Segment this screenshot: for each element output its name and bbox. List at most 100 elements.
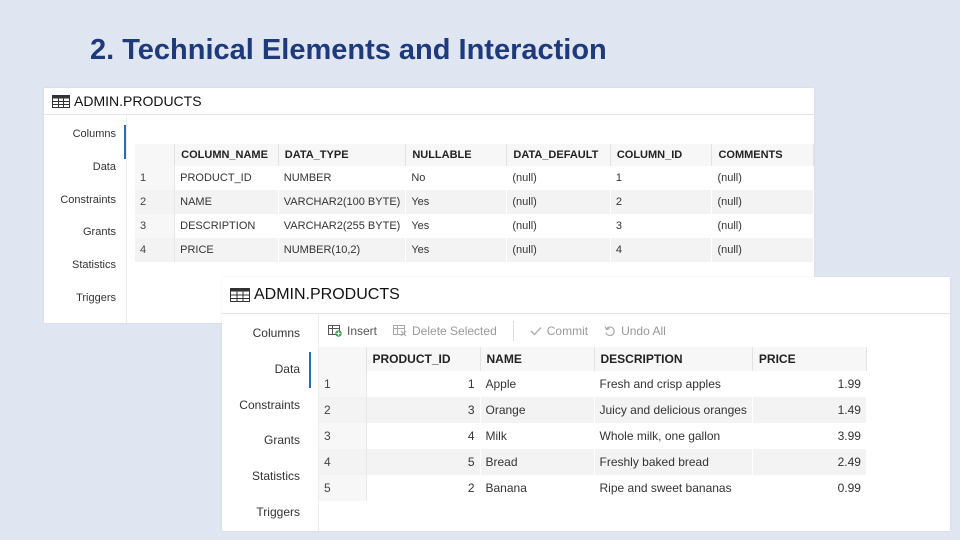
insert-button[interactable]: Insert xyxy=(328,324,377,338)
table-cell[interactable]: DESCRIPTION xyxy=(175,214,279,238)
column-header[interactable]: COLUMN_NAME xyxy=(174,144,279,166)
check-icon xyxy=(530,327,542,336)
table-cell[interactable]: No xyxy=(406,166,507,190)
table-cell[interactable]: 2 xyxy=(366,475,480,501)
row-number: 2 xyxy=(135,190,176,214)
row-number: 4 xyxy=(135,238,176,262)
tab-statistics[interactable]: Statistics xyxy=(252,469,300,483)
table-cell[interactable]: (null) xyxy=(506,190,611,214)
delete-selected-label: Delete Selected xyxy=(412,324,497,338)
table-row[interactable]: 4 5 Bread Freshly baked bread 2.49 xyxy=(319,449,867,475)
panel-header: ADMIN.PRODUCTS xyxy=(44,88,814,115)
table-cell[interactable]: 2 xyxy=(610,190,712,214)
columns-grid: COLUMN_NAME DATA_TYPE NULLABLE DATA_DEFA… xyxy=(135,144,814,262)
table-cell[interactable]: Yes xyxy=(406,214,507,238)
table-row[interactable]: 3 DESCRIPTION VARCHAR2(255 BYTE) Yes (nu… xyxy=(135,214,814,238)
tab-constraints[interactable]: Constraints xyxy=(239,398,300,412)
row-number-header xyxy=(135,144,176,166)
tab-grants[interactable]: Grants xyxy=(264,433,300,447)
table-cell[interactable]: Freshly baked bread xyxy=(594,449,753,475)
column-header[interactable]: COLUMN_ID xyxy=(610,144,713,166)
table-cell[interactable]: 3 xyxy=(610,214,712,238)
undo-all-label: Undo All xyxy=(621,324,666,338)
table-cell[interactable]: NUMBER xyxy=(278,166,406,190)
row-number: 2 xyxy=(319,397,367,423)
table-cell[interactable]: NUMBER(10,2) xyxy=(278,238,406,262)
table-cell[interactable]: Whole milk, one gallon xyxy=(594,423,752,449)
column-header[interactable]: PRICE xyxy=(752,347,867,371)
table-cell[interactable]: 1 xyxy=(366,371,480,397)
table-cell[interactable]: Ripe and sweet bananas xyxy=(594,475,752,501)
tab-columns[interactable]: Columns xyxy=(253,326,300,340)
table-cell[interactable]: Yes xyxy=(405,238,507,262)
column-header[interactable]: COMMENTS xyxy=(711,144,814,166)
delete-selected-button[interactable]: Delete Selected xyxy=(393,324,497,338)
table-row[interactable]: 5 2 Banana Ripe and sweet bananas 0.99 xyxy=(319,475,866,501)
table-cell[interactable]: (null) xyxy=(507,214,610,238)
table-cell[interactable]: (null) xyxy=(506,238,611,262)
table-cell[interactable]: VARCHAR2(255 BYTE) xyxy=(278,214,406,238)
tab-data[interactable]: Data xyxy=(275,352,312,388)
table-row[interactable]: 1 PRODUCT_ID NUMBER No (null) 1 (null) xyxy=(135,166,814,190)
row-number: 3 xyxy=(319,423,367,449)
table-cell[interactable]: (null) xyxy=(712,214,814,238)
row-number-header xyxy=(319,347,367,371)
table-cell[interactable]: VARCHAR2(100 BYTE) xyxy=(278,190,406,214)
table-cell[interactable]: 4 xyxy=(610,238,712,262)
table-cell[interactable]: 1 xyxy=(610,166,712,190)
table-cell[interactable]: 4 xyxy=(366,423,480,449)
table-row[interactable]: 1 1 Apple Fresh and crisp apples 1.99 xyxy=(319,371,866,397)
table-cell[interactable]: 3 xyxy=(366,397,480,423)
tab-statistics[interactable]: Statistics xyxy=(72,259,116,271)
undo-all-button[interactable]: Undo All xyxy=(604,324,666,338)
object-sidebar: Columns Data Constraints Grants Statisti… xyxy=(44,114,127,323)
table-cell[interactable]: NAME xyxy=(174,190,279,214)
table-cell[interactable]: 0.99 xyxy=(752,475,866,501)
table-row[interactable]: 3 4 Milk Whole milk, one gallon 3.99 xyxy=(319,423,866,449)
data-toolbar: Insert Delete Selected Commit Undo All xyxy=(328,321,682,341)
table-cell[interactable]: PRICE xyxy=(174,238,279,262)
table-cell[interactable]: (null) xyxy=(712,166,814,190)
table-cell[interactable]: Fresh and crisp apples xyxy=(594,371,752,397)
table-cell[interactable]: Apple xyxy=(480,371,594,397)
table-cell[interactable]: Banana xyxy=(480,475,594,501)
header-row: COLUMN_NAME DATA_TYPE NULLABLE DATA_DEFA… xyxy=(135,144,814,166)
table-cell[interactable]: 5 xyxy=(366,449,480,475)
table-cell[interactable]: (null) xyxy=(711,190,814,214)
table-cell[interactable]: (null) xyxy=(711,238,814,262)
table-cell[interactable]: (null) xyxy=(507,166,610,190)
tab-columns[interactable]: Columns xyxy=(73,125,127,159)
tab-constraints[interactable]: Constraints xyxy=(60,194,116,206)
column-header[interactable]: NULLABLE xyxy=(405,144,508,166)
table-row[interactable]: 4 PRICE NUMBER(10,2) Yes (null) 4 (null) xyxy=(135,238,814,262)
table-cell[interactable]: Orange xyxy=(480,397,594,423)
table-cell[interactable]: Yes xyxy=(405,190,507,214)
undo-icon xyxy=(604,326,615,337)
header-row: PRODUCT_ID NAME DESCRIPTION PRICE xyxy=(319,347,867,371)
tab-data[interactable]: Data xyxy=(93,161,116,173)
panel-header: ADMIN.PRODUCTS xyxy=(222,277,950,314)
column-header[interactable]: DESCRIPTION xyxy=(594,347,753,371)
table-cell[interactable]: Milk xyxy=(480,423,594,449)
table-cell[interactable]: 3.99 xyxy=(752,423,866,449)
table-cell[interactable]: 1.49 xyxy=(752,397,867,423)
table-cell[interactable]: PRODUCT_ID xyxy=(175,166,279,190)
table-cell[interactable]: 1.99 xyxy=(752,371,866,397)
panel-title: ADMIN.PRODUCTS xyxy=(254,286,400,303)
tab-triggers[interactable]: Triggers xyxy=(256,505,300,519)
column-header[interactable]: PRODUCT_ID xyxy=(366,347,481,371)
table-cell[interactable]: 2.49 xyxy=(752,449,867,475)
tab-grants[interactable]: Grants xyxy=(83,226,116,238)
panel-title: ADMIN.PRODUCTS xyxy=(74,93,202,109)
column-header[interactable]: DATA_TYPE xyxy=(278,144,407,166)
row-number: 5 xyxy=(319,475,367,501)
column-header[interactable]: DATA_DEFAULT xyxy=(506,144,611,166)
table-cell[interactable]: Bread xyxy=(480,449,594,475)
column-header[interactable]: NAME xyxy=(480,347,595,371)
table-cell[interactable]: Juicy and delicious oranges xyxy=(594,397,753,423)
table-row[interactable]: 2 NAME VARCHAR2(100 BYTE) Yes (null) 2 (… xyxy=(135,190,814,214)
row-number: 1 xyxy=(319,371,367,397)
table-row[interactable]: 2 3 Orange Juicy and delicious oranges 1… xyxy=(319,397,867,423)
tab-triggers[interactable]: Triggers xyxy=(76,292,116,304)
commit-button[interactable]: Commit xyxy=(530,324,588,338)
